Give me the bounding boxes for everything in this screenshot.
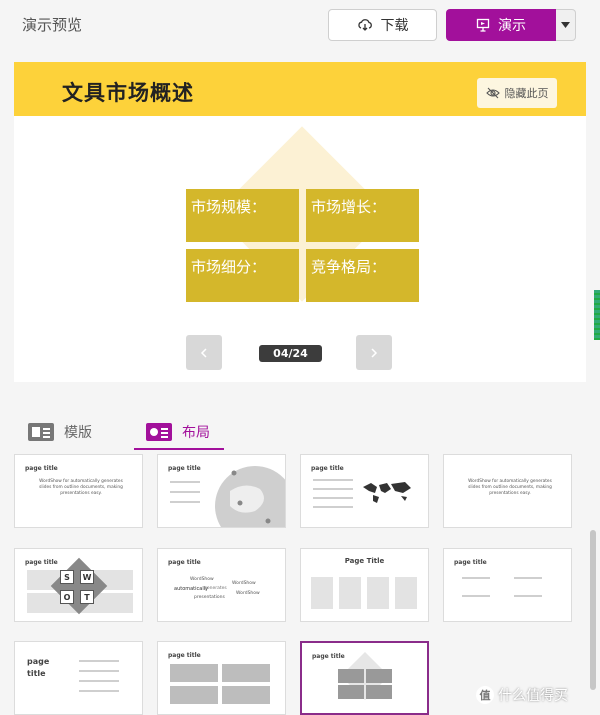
presentation-icon — [476, 18, 490, 32]
layout-thumbnail-grid: page title WordShow for automatically ge… — [0, 450, 600, 715]
header: 演示预览 下载 演示 — [0, 0, 600, 48]
side-meter — [594, 290, 600, 340]
quadrant-market-segment: 市场细分： — [186, 249, 299, 302]
layout-icon — [146, 423, 172, 441]
quadrant-market-growth: 市场增长： — [306, 189, 419, 242]
eye-off-icon — [485, 87, 500, 99]
thumbnail-title: page title — [168, 559, 201, 566]
thumbnail-title: page title — [25, 465, 58, 472]
hide-page-button[interactable]: 隐藏此页 — [477, 78, 557, 108]
thumbnail-title: page title — [311, 465, 344, 472]
swot-letter: S — [60, 570, 74, 584]
slide-title: 文具市场概述 — [62, 81, 194, 105]
layout-thumbnail[interactable]: page title — [14, 641, 143, 715]
thumbnail-body: WordShow for automatically generates sli… — [468, 479, 552, 496]
tab-bar: 模版 布局 — [0, 404, 600, 450]
chevron-left-icon — [200, 347, 207, 358]
layout-thumbnail[interactable]: page title — [300, 454, 429, 528]
layout-thumbnail[interactable]: page title — [443, 548, 572, 622]
tab-template[interactable]: 模版 — [28, 422, 92, 442]
download-label: 下载 — [380, 18, 409, 34]
watermark-text: 什么值得买 — [498, 688, 568, 704]
present-options-button[interactable] — [556, 9, 576, 41]
tab-layout-label: 布局 — [182, 425, 210, 441]
page-indicator: 04/24 — [259, 345, 322, 362]
watermark-logo-icon: 值 — [476, 686, 494, 704]
swot-letter: O — [60, 590, 74, 604]
swot-letter: W — [80, 570, 94, 584]
tab-layout[interactable]: 布局 — [146, 422, 210, 442]
present-button[interactable]: 演示 — [446, 9, 556, 41]
next-slide-button[interactable] — [356, 335, 392, 370]
globe-image — [215, 466, 285, 527]
layout-thumbnail[interactable]: page title — [157, 641, 286, 715]
thumbnail-title: page title — [25, 559, 58, 566]
page-title: 演示预览 — [22, 16, 83, 34]
swot-letter: T — [80, 590, 94, 604]
watermark: 值 什么值得买 — [476, 685, 568, 705]
download-button[interactable]: 下载 — [328, 9, 437, 41]
thumbnail-title: page title — [168, 652, 201, 659]
thumbnail-title: page title — [454, 559, 487, 566]
thumbnail-title: page title — [168, 465, 201, 472]
layout-thumbnail[interactable]: WordShow for automatically generates sli… — [443, 454, 572, 528]
thumbnail-body: WordShow for automatically generates sli… — [39, 479, 123, 496]
hide-page-label: 隐藏此页 — [504, 87, 549, 100]
thumbnail-scrollbar[interactable] — [590, 530, 596, 690]
layout-thumbnail[interactable]: page title WordShow automatically genera… — [157, 548, 286, 622]
cloud-download-icon — [357, 19, 372, 31]
caret-down-icon — [561, 22, 570, 28]
layout-thumbnail-selected[interactable]: page title — [300, 641, 429, 715]
layout-thumbnail[interactable]: page title WordShow for automatically ge… — [14, 454, 143, 528]
tab-template-label: 模版 — [64, 425, 92, 441]
slide-preview: 文具市场概述 隐藏此页 市场规模： 市场增长： 市场细分： 竞争格局： 04/2… — [14, 62, 586, 382]
layout-thumbnail[interactable]: page title — [157, 454, 286, 528]
layout-thumbnail[interactable]: page title S W O T — [14, 548, 143, 622]
layout-thumbnail[interactable]: Page Title — [300, 548, 429, 622]
quadrant-market-size: 市场规模： — [186, 189, 299, 242]
template-icon — [28, 423, 54, 441]
thumbnail-title: page title — [27, 657, 50, 678]
world-map-image — [363, 482, 411, 503]
prev-slide-button[interactable] — [186, 335, 222, 370]
present-label: 演示 — [498, 18, 526, 34]
thumbnail-title: Page Title — [344, 557, 385, 565]
thumbnail-title: page title — [312, 653, 345, 660]
chevron-right-icon — [371, 347, 378, 358]
quadrant-competition: 竞争格局： — [306, 249, 419, 302]
